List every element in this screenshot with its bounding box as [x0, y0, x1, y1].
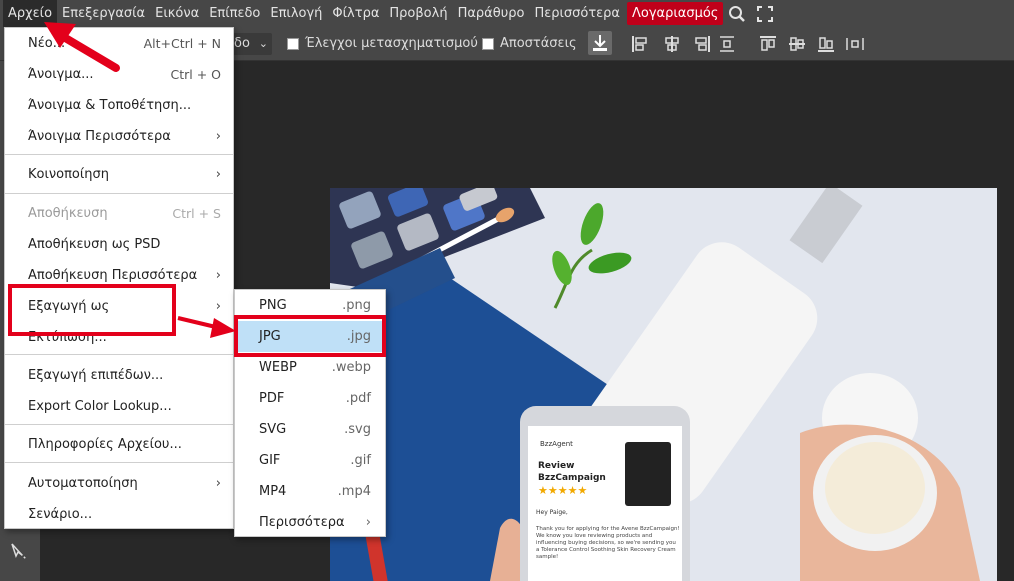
arrow-to-jpg-icon	[177, 316, 236, 338]
arrow-to-file-menu-icon	[44, 22, 120, 72]
annotation-arrows	[44, 22, 236, 338]
